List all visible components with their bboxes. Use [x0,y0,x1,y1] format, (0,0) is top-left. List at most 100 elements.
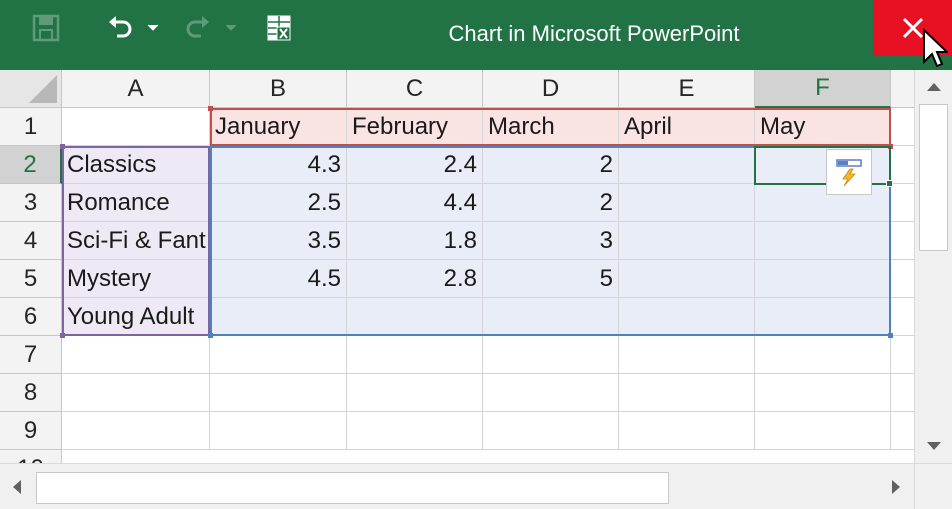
range-handle[interactable] [888,333,893,338]
cell-g5[interactable] [891,260,914,298]
row-header-4[interactable]: 4 [0,222,62,260]
cell-d4[interactable]: 3 [483,222,619,260]
cell-f4[interactable] [755,222,891,260]
cell-b2[interactable]: 4.3 [210,146,347,184]
cell-f1[interactable]: May [755,108,891,146]
window-title: Chart in Microsoft PowerPoint [448,21,740,46]
cell-e7[interactable] [619,336,755,374]
row-header-5[interactable]: 5 [0,260,62,298]
quick-analysis-icon [836,159,862,187]
cell-f7[interactable] [755,336,891,374]
cell-a4[interactable]: Sci-Fi & Fant [62,222,210,260]
select-all-triangle-icon [29,75,57,103]
quick-analysis-button[interactable] [826,149,872,195]
cell-d7[interactable] [483,336,619,374]
cell-c6[interactable] [347,298,483,336]
cell-a7[interactable] [62,336,210,374]
range-handle[interactable] [60,144,65,149]
cell-d6[interactable] [483,298,619,336]
cell-a8[interactable] [62,374,210,412]
cell-d8[interactable] [483,374,619,412]
cell-g6[interactable] [891,298,914,336]
range-handle[interactable] [60,333,65,338]
cell-a6[interactable]: Young Adult [62,298,210,336]
row-header-10[interactable]: 10 [0,450,62,463]
cell-c2[interactable]: 2.4 [347,146,483,184]
cell-b9[interactable] [210,412,347,450]
range-handle[interactable] [208,106,213,111]
cell-c1[interactable]: February [347,108,483,146]
horizontal-scroll-thumb[interactable] [36,472,669,504]
row-header-2[interactable]: 2 [0,146,62,184]
cell-b6[interactable] [210,298,347,336]
cell-e5[interactable] [619,260,755,298]
row-header-7[interactable]: 7 [0,336,62,374]
cell-a1[interactable] [62,108,210,146]
title-bar: Chart in Microsoft PowerPoint [0,0,952,70]
vertical-scroll-thumb[interactable] [919,104,948,251]
cell-e2[interactable] [619,146,755,184]
cell-g8[interactable] [891,374,914,412]
scrollbar-corner [914,464,952,509]
cell-c3[interactable]: 4.4 [347,184,483,222]
scroll-down-button[interactable] [915,429,952,463]
cell-c9[interactable] [347,412,483,450]
cell-d9[interactable] [483,412,619,450]
cell-e9[interactable] [619,412,755,450]
cell-f6[interactable] [755,298,891,336]
column-header-b[interactable]: B [210,70,347,108]
scroll-up-button[interactable] [915,70,952,104]
cell-c5[interactable]: 2.8 [347,260,483,298]
cell-f5[interactable] [755,260,891,298]
column-header-c[interactable]: C [347,70,483,108]
cell-e1[interactable]: April [619,108,755,146]
cell-b8[interactable] [210,374,347,412]
cell-c4[interactable]: 1.8 [347,222,483,260]
cell-g7[interactable] [891,336,914,374]
column-header-g[interactable] [891,70,914,108]
cell-a3[interactable]: Romance [62,184,210,222]
cell-g4[interactable] [891,222,914,260]
cell-d2[interactable]: 2 [483,146,619,184]
cell-a2[interactable]: Classics [62,146,210,184]
cell-d1[interactable]: March [483,108,619,146]
cell-g2[interactable] [891,146,914,184]
horizontal-scrollbar[interactable] [0,463,952,509]
scroll-left-button[interactable] [0,464,34,509]
column-header-e[interactable]: E [619,70,755,108]
cell-f9[interactable] [755,412,891,450]
cell-b3[interactable]: 2.5 [210,184,347,222]
cell-b5[interactable]: 4.5 [210,260,347,298]
row-header-1[interactable]: 1 [0,108,62,146]
cell-c8[interactable] [347,374,483,412]
cell-e3[interactable] [619,184,755,222]
range-handle[interactable] [208,333,213,338]
cell-b4[interactable]: 3.5 [210,222,347,260]
cell-g9[interactable] [891,412,914,450]
cell-d3[interactable]: 2 [483,184,619,222]
cell-e6[interactable] [619,298,755,336]
cell-g3[interactable] [891,184,914,222]
scroll-right-button[interactable] [878,464,914,509]
cell-c7[interactable] [347,336,483,374]
row-header-3[interactable]: 3 [0,184,62,222]
vertical-scrollbar[interactable] [914,70,952,463]
cell-a9[interactable] [62,412,210,450]
column-header-d[interactable]: D [483,70,619,108]
row-header-6[interactable]: 6 [0,298,62,336]
cell-f8[interactable] [755,374,891,412]
fill-handle[interactable] [886,180,893,187]
row-header-9[interactable]: 9 [0,412,62,450]
cell-e8[interactable] [619,374,755,412]
cell-b7[interactable] [210,336,347,374]
cell-g1[interactable] [891,108,914,146]
row-header-8[interactable]: 8 [0,374,62,412]
cell-a5[interactable]: Mystery [62,260,210,298]
triangle-down-icon [926,442,941,450]
select-all-corner[interactable] [0,70,62,108]
cell-d5[interactable]: 5 [483,260,619,298]
column-header-f[interactable]: F [755,70,891,108]
cell-e4[interactable] [619,222,755,260]
column-header-a[interactable]: A [62,70,210,108]
cell-b1[interactable]: January [210,108,347,146]
